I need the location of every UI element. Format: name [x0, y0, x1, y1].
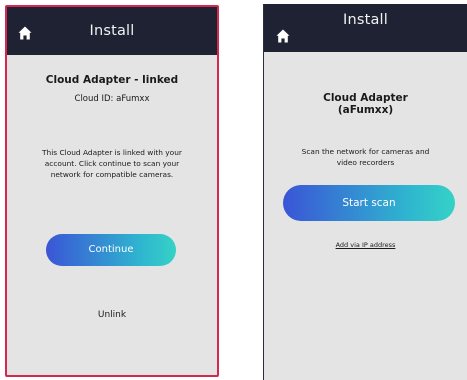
install-screen-linked: Install Cloud Adapter - linked Cloud ID:…: [5, 5, 219, 377]
adapter-heading: Cloud Adapter - linked: [45, 74, 179, 86]
header-title: Install: [342, 12, 389, 28]
description: Scan the network for cameras and video r…: [301, 147, 430, 167]
cloud-id: Cloud ID: aFumxx: [74, 94, 150, 104]
app-header: Install: [264, 4, 467, 52]
install-screen-scan: Install Cloud Adapter (aFumxx) Scan the …: [263, 4, 467, 380]
add-via-ip-link[interactable]: Add via IP address: [264, 241, 467, 249]
continue-button[interactable]: Continue: [46, 234, 176, 266]
adapter-heading: Cloud Adapter (aFumxx): [323, 92, 408, 116]
header-title: Install: [89, 23, 135, 39]
app-header: Install: [7, 7, 217, 55]
start-scan-button[interactable]: Start scan: [283, 185, 455, 221]
description: This Cloud Adapter is linked with your a…: [42, 148, 182, 179]
unlink-button[interactable]: Unlink: [7, 310, 217, 320]
